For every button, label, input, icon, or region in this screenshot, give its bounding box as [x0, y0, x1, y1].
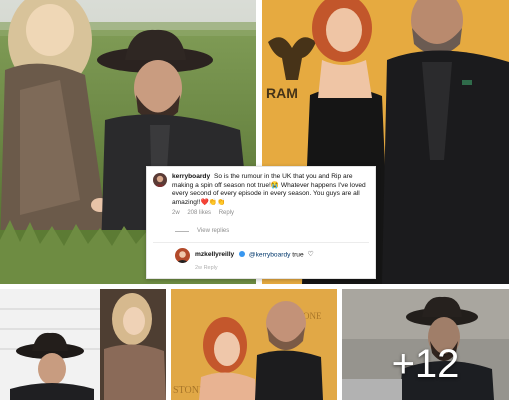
reply-meta: 2w Reply	[195, 264, 369, 273]
reply-text: true	[292, 251, 304, 259]
view-replies-label[interactable]: View replies	[197, 227, 229, 236]
reply-avatar[interactable]	[175, 247, 190, 263]
photo-cowboy-and-woman[interactable]	[0, 289, 166, 400]
verified-badge-icon	[239, 250, 246, 257]
comment-body: kerryboardy So is the rumour in the UK t…	[172, 173, 369, 218]
reply-reply-button[interactable]: Reply	[204, 265, 218, 271]
photo-couple-orange-backdrop-image: STONE ONE	[171, 289, 337, 400]
reply-age: 2w	[195, 264, 203, 271]
photo-cowboy-and-woman-image	[0, 289, 166, 400]
reply-mention[interactable]: @kerryboardy	[249, 251, 291, 258]
reply-row: mzkellyreilly @kerryboardy true ♡	[175, 247, 369, 263]
svg-text:ONE: ONE	[303, 311, 322, 321]
commenter-avatar[interactable]	[153, 173, 167, 187]
reply-body: mzkellyreilly @kerryboardy true ♡	[195, 250, 314, 260]
comment-card: kerryboardy So is the rumour in the UK t…	[146, 166, 376, 279]
comment-reply-button[interactable]: Reply	[219, 210, 234, 216]
photo-couple-orange-backdrop[interactable]: STONE ONE	[171, 289, 337, 400]
svg-text:RAM: RAM	[266, 85, 298, 101]
more-photos-count[interactable]: +12	[342, 289, 509, 400]
comment-age: 2w	[172, 210, 180, 217]
reply-username[interactable]: mzkellyreilly	[195, 251, 234, 258]
comment-meta: 2w 208 likes Reply	[172, 209, 369, 218]
comment-row: kerryboardy So is the rumour in the UK t…	[153, 173, 369, 218]
view-replies-line	[175, 230, 189, 232]
comment-divider	[153, 241, 369, 243]
like-heart-icon[interactable]: ♡	[308, 251, 314, 260]
view-replies-toggle[interactable]: View replies	[175, 227, 369, 236]
photo-cowboy-more[interactable]: +12	[342, 289, 509, 400]
commenter-username[interactable]: kerryboardy	[172, 173, 210, 180]
comment-likes[interactable]: 208 likes	[187, 210, 211, 216]
